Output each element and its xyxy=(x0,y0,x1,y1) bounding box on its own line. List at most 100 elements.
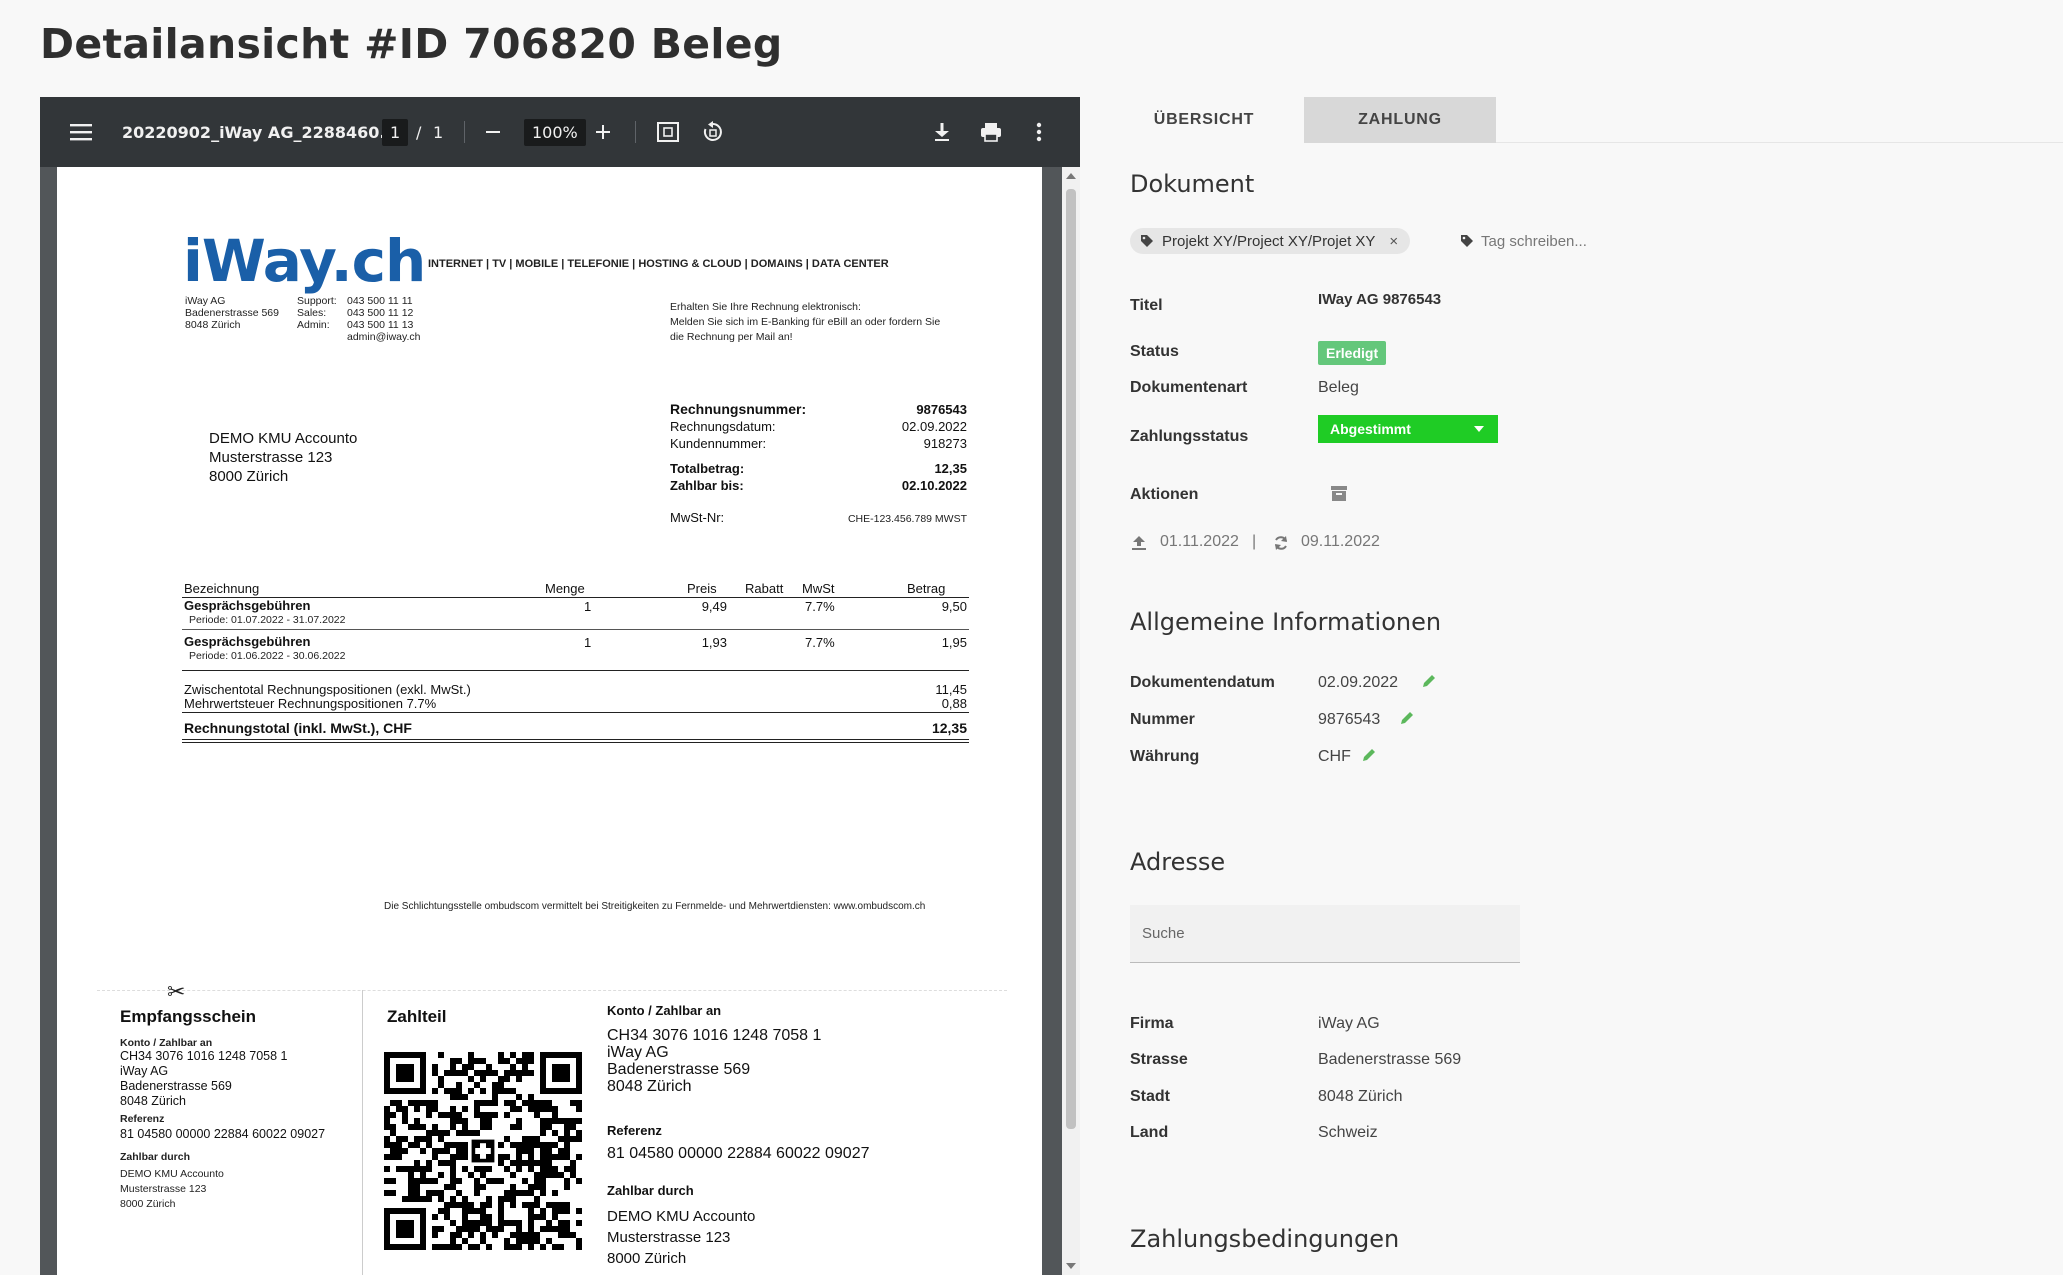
address-heading: Adresse xyxy=(1130,848,1226,876)
chevron-down-icon xyxy=(1474,426,1484,432)
contact-labels: Support: Sales: Admin: xyxy=(297,295,337,331)
tag-remove-icon[interactable]: × xyxy=(1389,233,1398,250)
title-value: IWay AG 9876543 xyxy=(1318,291,1442,308)
tag-icon xyxy=(1141,235,1153,247)
paystatus-select[interactable]: Abgestimmt xyxy=(1318,415,1498,443)
col-qty: Menge xyxy=(545,581,585,596)
doctype-value: Beleg xyxy=(1318,379,1359,396)
tabs-divider xyxy=(1496,142,2063,143)
download-icon[interactable] xyxy=(933,97,951,167)
zoom-level[interactable]: 100% xyxy=(524,118,586,146)
vat-line-label: Mehrwertsteuer Rechnungspositionen 7.7% xyxy=(184,696,437,711)
invoice-date-label: Rechnungsdatum: xyxy=(670,419,776,434)
payment-terms-heading: Zahlungsbedingungen xyxy=(1130,1225,1400,1253)
due-date: 02.10.2022 xyxy=(901,478,967,493)
title-label: Titel xyxy=(1130,297,1163,314)
invoice-number: 9876543 xyxy=(916,402,967,417)
scroll-up-arrow[interactable] xyxy=(1066,173,1076,179)
col-price: Preis xyxy=(687,581,717,596)
grand-total: 12,35 xyxy=(931,720,967,736)
city-label: Stadt xyxy=(1130,1088,1170,1105)
paystatus-label: Zahlungsstatus xyxy=(1130,428,1249,445)
ebill-note: Erhalten Sie Ihre Rechnung elektronisch:… xyxy=(670,301,941,343)
receipt-account-label: Konto / Zahlbar an xyxy=(120,1037,213,1049)
receipt-payer-label: Zahlbar durch xyxy=(120,1151,191,1163)
currency-value: CHF xyxy=(1318,748,1351,765)
table-rule xyxy=(182,629,969,630)
vat-number-label: MwSt-Nr: xyxy=(670,510,725,525)
qr-code xyxy=(384,1052,582,1250)
number-label: Nummer xyxy=(1130,711,1195,728)
slip-separator xyxy=(97,990,1007,991)
fit-page-icon[interactable] xyxy=(657,97,679,167)
services-line: INTERNET | TV | MOBILE | TELEFONIE | HOS… xyxy=(428,258,889,270)
table-rule xyxy=(182,670,969,671)
docdate-value: 02.09.2022 xyxy=(1318,674,1399,691)
pdf-viewer[interactable]: 20220902_iWay AG_2288460... 1 / 1 100% i… xyxy=(40,97,1080,1275)
tab-overview[interactable]: ÜBERSICHT xyxy=(1104,97,1304,143)
address-search-input[interactable]: Suche xyxy=(1130,905,1520,963)
pdf-scrollbar[interactable] xyxy=(1062,167,1080,1275)
tag-input[interactable]: Tag schreiben... xyxy=(1460,228,1630,254)
pencil-icon[interactable] xyxy=(1399,710,1415,731)
page-number-input[interactable]: 1 xyxy=(382,118,409,146)
toolbar-divider xyxy=(635,121,636,143)
table-rule xyxy=(182,742,969,743)
zoom-in-icon[interactable] xyxy=(595,97,611,167)
table-rule xyxy=(182,712,969,713)
pdf-filename: 20220902_iWay AG_2288460... xyxy=(122,122,398,142)
ombudscom-note: Die Schlichtungsstelle ombudscom vermitt… xyxy=(384,901,926,912)
synced-date: 09.11.2022 xyxy=(1301,533,1380,550)
street-value: Badenerstrasse 569 xyxy=(1318,1051,1462,1068)
search-placeholder: Suche xyxy=(1142,925,1185,942)
payment-account-label: Konto / Zahlbar an xyxy=(607,1003,722,1018)
rotate-icon[interactable] xyxy=(702,97,724,167)
archive-icon[interactable] xyxy=(1331,486,1347,506)
customer-number: 918273 xyxy=(923,436,967,451)
tag-icon xyxy=(1461,235,1473,247)
scrollbar-thumb[interactable] xyxy=(1066,189,1076,1129)
street-label: Strasse xyxy=(1130,1051,1188,1068)
scroll-down-arrow[interactable] xyxy=(1066,1263,1076,1269)
company-value: iWay AG xyxy=(1318,1015,1380,1032)
receipt-title: Empfangsschein xyxy=(120,1007,257,1026)
table-rule xyxy=(182,739,969,740)
payment-payer-label: Zahlbar durch xyxy=(607,1183,694,1198)
page-title: Detailansicht #ID 706820 Beleg xyxy=(40,20,783,68)
status-badge: Erledigt xyxy=(1318,341,1387,365)
receipt-reference-label: Referenz xyxy=(120,1113,165,1125)
contact-values: 043 500 11 11 043 500 11 12 043 500 11 13 … xyxy=(347,295,421,343)
col-discount: Rabatt xyxy=(745,581,784,596)
customer-number-label: Kundennummer: xyxy=(670,436,767,451)
scissors-icon: ✂ xyxy=(167,979,186,1004)
receipt-reference: 81 04580 00000 22884 60022 09027 xyxy=(120,1127,326,1141)
company-label: Firma xyxy=(1130,1015,1174,1032)
more-vert-icon[interactable] xyxy=(1036,97,1042,167)
payment-account: CH34 3076 1016 1248 7058 1 iWay AG Badener… xyxy=(607,1027,822,1095)
paystatus-value: Abgestimmt xyxy=(1330,421,1411,437)
iway-logo: iWay.ch xyxy=(183,227,426,295)
tag-label: Projekt XY/Project XY/Projet XY xyxy=(1162,232,1376,250)
pencil-icon[interactable] xyxy=(1421,673,1437,694)
grand-total-label: Rechnungstotal (inkl. MwSt.), CHF xyxy=(184,720,412,736)
col-amount: Betrag xyxy=(907,581,946,596)
payment-part-title: Zahlteil xyxy=(387,1007,447,1026)
country-value: Schweiz xyxy=(1318,1124,1378,1141)
vat-line: 0,88 xyxy=(941,696,967,711)
payment-reference-label: Referenz xyxy=(607,1123,662,1138)
city-value: 8048 Zürich xyxy=(1318,1088,1403,1105)
print-icon[interactable] xyxy=(980,97,1002,167)
menu-icon[interactable] xyxy=(70,97,92,167)
zoom-out-icon[interactable] xyxy=(485,97,501,167)
pdf-page: iWay.ch INTERNET | TV | MOBILE | TELEFON… xyxy=(57,167,1042,1275)
tag-chip[interactable]: Projekt XY/Project XY/Projet XY × xyxy=(1130,228,1411,254)
vat-number: CHE-123.456.789 MWST xyxy=(847,513,967,525)
page-separator: / xyxy=(416,122,422,142)
docdate-label: Dokumentendatum xyxy=(1130,674,1275,691)
recipient-address: DEMO KMU Accounto Musterstrasse 123 8000 Z… xyxy=(209,430,358,485)
doctype-label: Dokumentenart xyxy=(1130,379,1248,396)
page-total: 1 xyxy=(433,122,444,142)
number-value: 9876543 xyxy=(1318,711,1381,728)
pencil-icon[interactable] xyxy=(1361,747,1377,768)
tab-payment[interactable]: ZAHLUNG xyxy=(1304,97,1496,143)
